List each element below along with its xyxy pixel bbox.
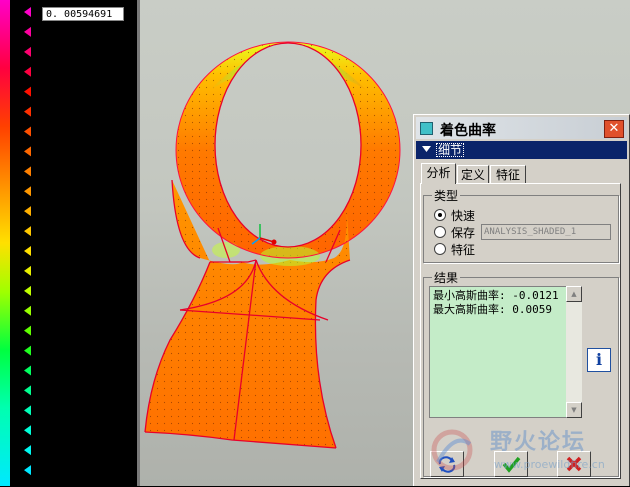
close-button[interactable]: ✕ — [604, 120, 624, 138]
scale-tick-marker — [24, 146, 31, 157]
scale-tick-marker — [24, 265, 31, 276]
collapse-arrow-icon — [422, 146, 431, 152]
tab-define[interactable]: 定义 — [457, 165, 489, 184]
tab-analysis[interactable]: 分析 — [421, 163, 456, 184]
cross-icon — [566, 456, 582, 472]
color-gradient-bar — [0, 0, 10, 486]
scale-tick-marker — [24, 465, 31, 476]
radio-feature-label: 特征 — [451, 243, 476, 257]
scale-tick-marker — [24, 126, 31, 137]
scale-tick-marker — [24, 305, 31, 316]
scroll-up-button[interactable]: ▲ — [566, 286, 582, 302]
radio-feature-indicator — [434, 243, 446, 255]
type-group-title: 类型 — [432, 187, 461, 204]
scale-tick-marker — [24, 325, 31, 336]
results-group-title: 结果 — [432, 269, 461, 286]
details-section-label: 细节 — [436, 143, 465, 157]
results-textarea[interactable]: 最小高斯曲率: -0.0121 最大高斯曲率: 0.0059 — [429, 286, 582, 418]
scale-tick-marker — [24, 385, 31, 396]
scale-tick-marker — [24, 425, 31, 436]
scroll-down-button[interactable]: ▼ — [566, 402, 582, 418]
scale-tick-marker — [24, 66, 31, 77]
scale-tick-marker — [24, 106, 31, 117]
checkmark-icon — [502, 456, 521, 473]
repaint-button[interactable] — [430, 451, 464, 477]
app-icon — [420, 122, 433, 135]
results-scrollbar[interactable]: ▲ ▼ — [566, 286, 582, 418]
max-gaussian-curvature: 最大高斯曲率: 0.0059 — [433, 303, 552, 316]
cancel-button[interactable] — [557, 451, 591, 477]
min-gaussian-curvature: 最小高斯曲率: -0.0121 — [433, 289, 559, 302]
scale-tick-marker — [24, 46, 31, 57]
scale-max-value: 0. 00594691 — [42, 7, 124, 21]
shaded-curvature-dialog: 着色曲率 ✕ 细节 分析 定义 特征 类型 快速 保存 ANALYSIS_SHA… — [413, 114, 630, 486]
info-button[interactable]: i — [587, 348, 611, 372]
scale-tick-marker — [24, 345, 31, 356]
scale-tick-marker — [24, 445, 31, 456]
scale-tick-marker — [24, 405, 31, 416]
radio-quick-label: 快速 — [451, 209, 476, 223]
radio-quick-indicator — [434, 209, 446, 221]
scale-tick-marker — [24, 26, 31, 37]
scale-tick-marker — [24, 186, 31, 197]
scale-tick-marker — [24, 7, 31, 17]
ok-button[interactable] — [494, 451, 528, 477]
scale-tick-marker — [24, 285, 31, 296]
info-icon: i — [595, 350, 603, 369]
scale-tick-marker — [24, 365, 31, 376]
scale-tick-marker — [24, 226, 31, 237]
scale-tick-marker — [24, 246, 31, 256]
details-section-header[interactable]: 细节 — [416, 141, 627, 159]
dialog-title: 着色曲率 — [440, 123, 496, 139]
radio-save-label: 保存 — [451, 226, 476, 240]
dialog-titlebar[interactable]: 着色曲率 ✕ — [416, 117, 627, 139]
repaint-icon — [438, 456, 456, 473]
close-icon: ✕ — [608, 121, 620, 136]
scale-tick-marker — [24, 86, 31, 97]
tab-feature[interactable]: 特征 — [490, 165, 526, 184]
scale-tick-marker — [24, 166, 31, 177]
radio-save-indicator — [434, 226, 446, 238]
curvature-color-scale: 0. 00594691 — [0, 0, 140, 486]
analysis-name-field[interactable]: ANALYSIS_SHADED_1 — [481, 224, 611, 240]
scale-tick-marker — [24, 206, 31, 217]
color-scale-ticks — [22, 6, 38, 484]
